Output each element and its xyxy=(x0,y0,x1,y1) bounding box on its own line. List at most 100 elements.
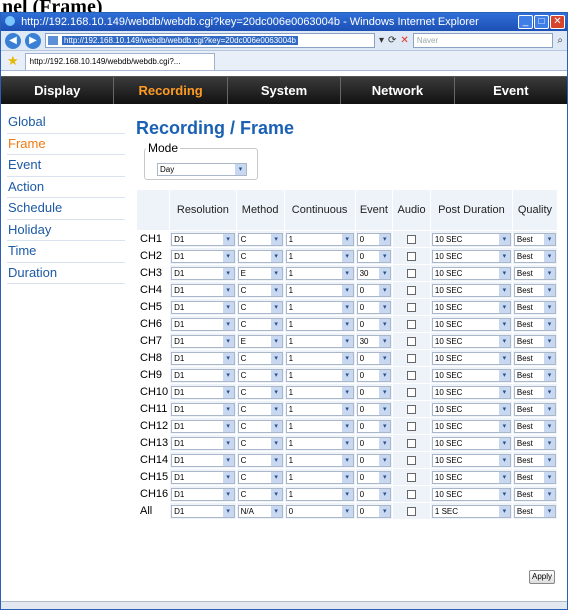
continuous-select[interactable]: 0 ▾ xyxy=(285,504,354,518)
search-input[interactable]: Naver xyxy=(412,33,554,48)
event-select[interactable]: 0 ▾ xyxy=(356,283,392,297)
continuous-select[interactable]: 1 ▾ xyxy=(285,232,354,246)
menu-display[interactable]: Display xyxy=(1,77,115,104)
continuous-select[interactable]: 1 ▾ xyxy=(285,470,354,484)
continuous-select[interactable]: 1 ▾ xyxy=(285,402,354,416)
sidebar-item-event[interactable]: Event xyxy=(7,155,125,177)
continuous-select[interactable]: 1 ▾ xyxy=(285,283,354,297)
method-select[interactable]: C ▾ xyxy=(237,249,283,263)
minimize-icon[interactable]: _ xyxy=(518,15,533,29)
method-select[interactable]: C ▾ xyxy=(237,351,283,365)
post-select[interactable]: 10 SEC ▾ xyxy=(431,402,511,416)
audio-checkbox[interactable] xyxy=(407,319,417,329)
resolution-select[interactable]: D1 ▾ xyxy=(171,283,235,297)
continuous-select[interactable]: 1 ▾ xyxy=(285,436,354,450)
menu-event[interactable]: Event xyxy=(455,77,567,104)
audio-checkbox[interactable] xyxy=(407,353,417,363)
quality-select[interactable]: Best ▾ xyxy=(513,317,556,331)
event-select[interactable]: 0 ▾ xyxy=(356,317,392,331)
method-select[interactable]: C ▾ xyxy=(237,453,283,467)
method-select[interactable]: C ▾ xyxy=(237,283,283,297)
post-select[interactable]: 10 SEC ▾ xyxy=(431,249,511,263)
post-select[interactable]: 10 SEC ▾ xyxy=(431,334,511,348)
method-select[interactable]: C ▾ xyxy=(237,232,283,246)
audio-checkbox[interactable] xyxy=(407,387,417,397)
audio-checkbox[interactable] xyxy=(407,438,417,448)
audio-checkbox[interactable] xyxy=(407,421,417,431)
sidebar-item-action[interactable]: Action xyxy=(7,177,125,198)
audio-checkbox[interactable] xyxy=(407,234,417,244)
menu-network[interactable]: Network xyxy=(341,77,455,104)
audio-checkbox[interactable] xyxy=(407,506,417,516)
post-select[interactable]: 10 SEC ▾ xyxy=(431,232,511,246)
sidebar-item-global[interactable]: Global xyxy=(7,112,125,134)
sidebar-item-time[interactable]: Time xyxy=(7,241,125,263)
quality-select[interactable]: Best ▾ xyxy=(513,453,556,467)
menu-recording[interactable]: Recording xyxy=(114,77,228,104)
sidebar-item-duration[interactable]: Duration xyxy=(7,263,125,284)
resolution-select[interactable]: D1 ▾ xyxy=(171,249,235,263)
audio-checkbox[interactable] xyxy=(407,370,417,380)
sidebar-item-frame[interactable]: Frame xyxy=(7,134,125,155)
event-select[interactable]: 0 ▾ xyxy=(356,453,392,467)
mode-select[interactable]: Day ▾ xyxy=(157,163,247,176)
back-icon[interactable]: ◀ xyxy=(5,32,21,49)
method-select[interactable]: E ▾ xyxy=(237,266,283,280)
resolution-select[interactable]: D1 ▾ xyxy=(171,487,235,501)
quality-select[interactable]: Best ▾ xyxy=(513,487,556,501)
post-select[interactable]: 10 SEC ▾ xyxy=(431,351,511,365)
method-select[interactable]: E ▾ xyxy=(237,334,283,348)
quality-select[interactable]: Best ▾ xyxy=(513,504,556,518)
resolution-select[interactable]: D1 ▾ xyxy=(171,334,235,348)
post-select[interactable]: 10 SEC ▾ xyxy=(431,283,511,297)
quality-select[interactable]: Best ▾ xyxy=(513,232,556,246)
continuous-select[interactable]: 1 ▾ xyxy=(285,453,354,467)
event-select[interactable]: 30 ▾ xyxy=(356,334,392,348)
resolution-select[interactable]: D1 ▾ xyxy=(171,453,235,467)
quality-select[interactable]: Best ▾ xyxy=(513,283,556,297)
post-select[interactable]: 10 SEC ▾ xyxy=(431,300,511,314)
audio-checkbox[interactable] xyxy=(407,285,417,295)
method-select[interactable]: C ▾ xyxy=(237,487,283,501)
continuous-select[interactable]: 1 ▾ xyxy=(285,317,354,331)
address-input[interactable]: http://192.168.10.149/webdb/webdb.cgi?ke… xyxy=(45,33,375,48)
close-icon[interactable]: ✕ xyxy=(550,15,565,29)
event-select[interactable]: 0 ▾ xyxy=(356,436,392,450)
audio-checkbox[interactable] xyxy=(407,472,417,482)
apply-button[interactable]: Apply xyxy=(529,570,555,584)
quality-select[interactable]: Best ▾ xyxy=(513,402,556,416)
post-select[interactable]: 10 SEC ▾ xyxy=(431,419,511,433)
quality-select[interactable]: Best ▾ xyxy=(513,300,556,314)
continuous-select[interactable]: 1 ▾ xyxy=(285,300,354,314)
post-select[interactable]: 10 SEC ▾ xyxy=(431,317,511,331)
continuous-select[interactable]: 1 ▾ xyxy=(285,419,354,433)
method-select[interactable]: C ▾ xyxy=(237,368,283,382)
continuous-select[interactable]: 1 ▾ xyxy=(285,334,354,348)
resolution-select[interactable]: D1 ▾ xyxy=(171,470,235,484)
audio-checkbox[interactable] xyxy=(407,455,417,465)
method-select[interactable]: C ▾ xyxy=(237,317,283,331)
event-select[interactable]: 30 ▾ xyxy=(356,266,392,280)
method-select[interactable]: C ▾ xyxy=(237,470,283,484)
audio-checkbox[interactable] xyxy=(407,404,417,414)
event-select[interactable]: 0 ▾ xyxy=(356,419,392,433)
resolution-select[interactable]: D1 ▾ xyxy=(171,300,235,314)
continuous-select[interactable]: 1 ▾ xyxy=(285,249,354,263)
continuous-select[interactable]: 1 ▾ xyxy=(285,368,354,382)
post-select[interactable]: 10 SEC ▾ xyxy=(431,453,511,467)
dropdown-icon[interactable]: ▾ xyxy=(379,35,384,46)
quality-select[interactable]: Best ▾ xyxy=(513,351,556,365)
event-select[interactable]: 0 ▾ xyxy=(356,300,392,314)
method-select[interactable]: C ▾ xyxy=(237,385,283,399)
forward-icon[interactable]: ▶ xyxy=(25,32,41,49)
resolution-select[interactable]: D1 ▾ xyxy=(171,317,235,331)
method-select[interactable]: C ▾ xyxy=(237,402,283,416)
event-select[interactable]: 0 ▾ xyxy=(356,351,392,365)
audio-checkbox[interactable] xyxy=(407,489,417,499)
quality-select[interactable]: Best ▾ xyxy=(513,385,556,399)
continuous-select[interactable]: 1 ▾ xyxy=(285,385,354,399)
quality-select[interactable]: Best ▾ xyxy=(513,436,556,450)
quality-select[interactable]: Best ▾ xyxy=(513,470,556,484)
resolution-select[interactable]: D1 ▾ xyxy=(171,351,235,365)
method-select[interactable]: N/A ▾ xyxy=(237,504,283,518)
